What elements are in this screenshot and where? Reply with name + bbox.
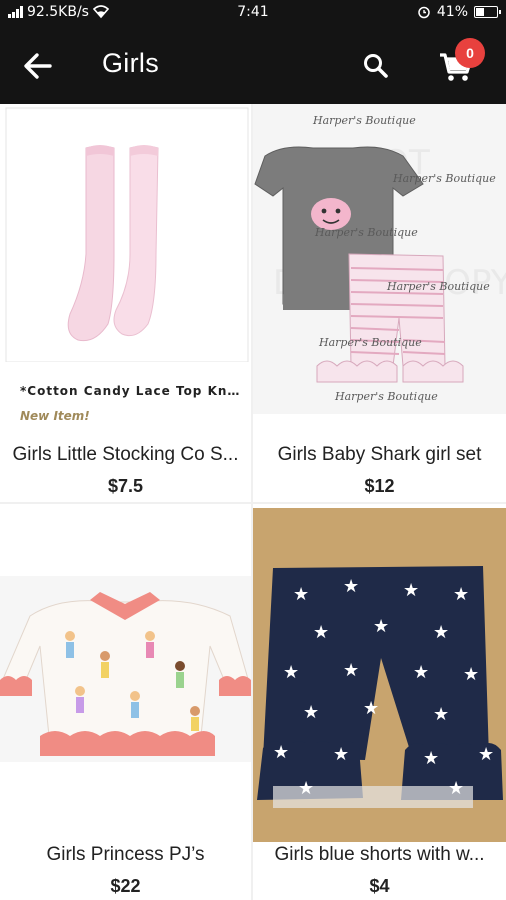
watermark: Harper's Boutique [335,390,438,403]
battery-icon [474,6,501,18]
svg-text:★: ★ [303,702,319,723]
new-item-tag: New Item! [20,409,90,423]
back-button[interactable] [18,46,58,86]
shark-set-photo: DO NOT DO NOT COPY [253,104,506,414]
princess-pj-photo [0,576,251,762]
product-price: $22 [110,876,141,896]
svg-text:★: ★ [293,584,309,605]
svg-text:★: ★ [333,744,349,765]
socks-photo [5,107,249,363]
product-card[interactable]: Girls Princess PJ’s $22 [0,504,251,900]
svg-text:★: ★ [448,778,464,799]
svg-text:★: ★ [298,778,314,799]
system-status: 41% [417,4,501,20]
watermark: Harper's Boutique [393,172,496,185]
svg-text:★: ★ [413,662,429,683]
watermark: Harper's Boutique [315,226,418,239]
watermark: Harper's Boutique [319,336,422,349]
product-name: Girls Baby Shark girl set [277,444,482,465]
svg-text:★: ★ [478,744,494,765]
product-grid: *Cotton Candy Lace Top Kn... New Item! G… [0,104,506,900]
product-price: $12 [364,476,395,496]
search-icon [364,54,388,78]
product-name: Girls Princess PJ’s [46,844,205,865]
cart-count-badge: 0 [455,38,485,68]
page-title: Girls [102,48,159,78]
svg-text:★: ★ [433,622,449,643]
battery-percent: 41% [436,4,468,20]
battery-level [476,8,484,16]
svg-text:★: ★ [423,748,439,769]
product-name: Girls blue shorts with w... [274,844,485,865]
product-card[interactable]: ★ ★ ★ ★ ★ ★ ★ ★ ★ ★ ★ ★ ★ ★ ★ ★ ★ ★ ★ ★ Girls blue sho… [253,504,506,900]
svg-text:★: ★ [463,664,479,685]
product-card[interactable]: *Cotton Candy Lace Top Kn... New Item! G… [0,104,251,502]
product-price: $7.5 [107,476,144,496]
product-image: ★ ★ ★ ★ ★ ★ ★ ★ ★ ★ ★ ★ ★ ★ ★ ★ ★ ★ ★ ★ [253,508,506,842]
arrow-left-icon [24,53,52,79]
product-card[interactable]: DO NOT DO NOT COPY [253,104,506,502]
svg-text:★: ★ [433,704,449,725]
svg-text:★: ★ [343,660,359,681]
search-button[interactable] [356,46,396,86]
star-shorts-photo: ★ ★ ★ ★ ★ ★ ★ ★ ★ ★ ★ ★ ★ ★ ★ ★ ★ ★ ★ ★ [253,508,506,842]
svg-text:★: ★ [453,584,469,605]
svg-text:★: ★ [273,742,289,763]
svg-text:★: ★ [363,698,379,719]
app-header: Girls 0 [0,26,506,104]
status-bar: 92.5KB/s 7:41 41% [0,0,506,26]
product-price: $4 [369,876,390,896]
watermark: Harper's Boutique [387,280,490,293]
product-image [0,576,251,762]
product-image: *Cotton Candy Lace Top Kn... New Item! [0,104,251,442]
svg-text:★: ★ [313,622,329,643]
product-name: Girls Little Stocking Co S... [12,444,239,465]
product-caption: *Cotton Candy Lace Top Kn... [20,384,243,398]
svg-text:★: ★ [343,576,359,597]
alarm-icon [418,6,430,19]
svg-text:★: ★ [373,616,389,637]
svg-text:★: ★ [403,580,419,601]
product-image: DO NOT DO NOT COPY [253,104,506,414]
svg-text:★: ★ [283,662,299,683]
watermark: Harper's Boutique [313,114,416,127]
